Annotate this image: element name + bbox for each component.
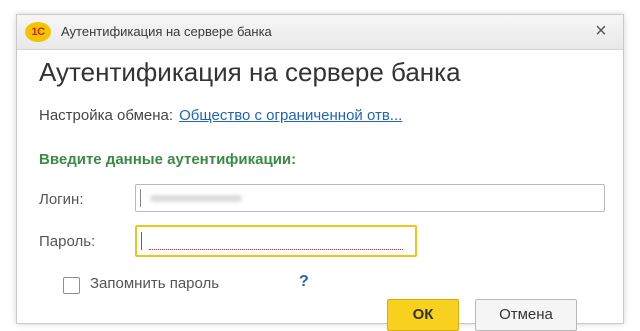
close-icon[interactable]: ×	[589, 19, 613, 43]
window-title: Аутентификация на сервере банка	[61, 24, 272, 39]
form-title: Аутентификация на сервере банка	[39, 57, 461, 87]
password-caret	[141, 232, 142, 250]
cancel-button[interactable]: Отмена	[475, 299, 577, 331]
login-caret	[140, 189, 141, 207]
titlebar: 1С Аутентификация на сервере банка ×	[17, 15, 623, 50]
password-label: Пароль:	[39, 233, 96, 250]
login-field[interactable]	[135, 184, 605, 212]
1c-logo-icon: 1С	[25, 22, 51, 42]
remember-password-checkbox[interactable]	[63, 277, 80, 294]
remember-password-label[interactable]: Запомнить пароль	[90, 275, 219, 292]
auth-section-header: Введите данные аутентификации:	[39, 151, 297, 168]
exchange-setting-link[interactable]: Общество с ограниченной отв...	[179, 107, 402, 124]
password-field[interactable]	[135, 225, 417, 257]
help-icon[interactable]: ?	[299, 273, 309, 291]
exchange-setting-label: Настройка обмена:	[39, 107, 174, 124]
exchange-setting-row: Настройка обмена: Общество с ограниченной…	[39, 107, 402, 124]
auth-dialog: 1С Аутентификация на сервере банка × Аут…	[16, 14, 624, 331]
password-required-marker	[149, 249, 403, 250]
login-label: Логин:	[39, 191, 84, 208]
ok-button[interactable]: ОК	[387, 299, 459, 331]
login-value-redacted	[150, 195, 242, 202]
